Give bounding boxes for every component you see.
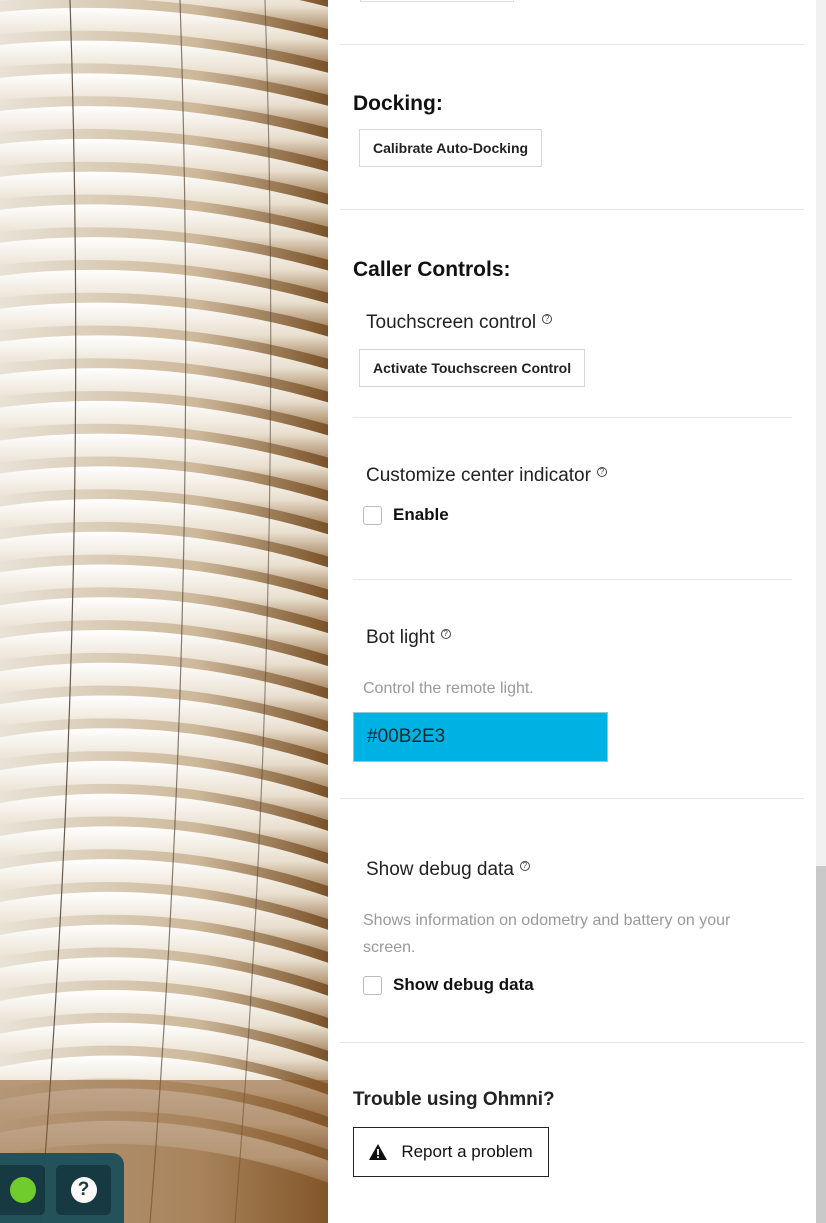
status-dot-icon bbox=[9, 1177, 36, 1203]
debug-description-line: Shows information on odometry and batter… bbox=[363, 912, 731, 929]
debug-description-line: screen. bbox=[363, 939, 416, 956]
bot-light-label-row: Bot light? bbox=[366, 627, 451, 649]
feed-controls: ? bbox=[0, 1153, 124, 1223]
debug-checkbox-row: Show debug data bbox=[363, 975, 534, 995]
blinds-image bbox=[0, 0, 328, 1223]
enable-checkbox-label[interactable]: Enable bbox=[393, 505, 449, 525]
debug-checkbox-label[interactable]: Show debug data bbox=[393, 975, 534, 995]
center-indicator-label: Customize center indicator bbox=[366, 465, 591, 486]
help-icon: ? bbox=[70, 1177, 97, 1203]
divider bbox=[353, 579, 792, 580]
scrollbar-thumb[interactable] bbox=[816, 866, 826, 1223]
debug-description: Shows information on odometry and batter… bbox=[363, 907, 730, 961]
question-icon[interactable]: ? bbox=[596, 467, 607, 477]
divider bbox=[340, 1042, 804, 1043]
docking-title: Docking: bbox=[353, 92, 443, 115]
calibrate-docking-button[interactable]: Calibrate Auto-Docking bbox=[359, 129, 543, 167]
touchscreen-control-label: Touchscreen control bbox=[366, 312, 537, 333]
center-indicator-enable-row: Enable bbox=[363, 505, 449, 525]
divider bbox=[340, 798, 804, 799]
settings-panel: Docking: Calibrate Auto-Docking Caller C… bbox=[328, 0, 816, 1223]
debug-label-row: Show debug data? bbox=[366, 859, 530, 881]
debug-checkbox[interactable] bbox=[363, 975, 382, 995]
enable-checkbox[interactable] bbox=[363, 505, 382, 525]
divider bbox=[340, 44, 804, 45]
bot-light-color-input[interactable]: #00B2E3 bbox=[353, 712, 608, 762]
bot-light-label: Bot light bbox=[366, 627, 435, 648]
debug-label: Show debug data bbox=[366, 859, 514, 880]
trouble-title: Trouble using Ohmni? bbox=[353, 1089, 555, 1110]
report-problem-button[interactable]: Report a problem bbox=[353, 1127, 549, 1177]
camera-feed: ? bbox=[0, 0, 328, 1223]
help-button[interactable]: ? bbox=[56, 1165, 111, 1215]
question-icon[interactable]: ? bbox=[519, 861, 530, 871]
previous-button-edge[interactable] bbox=[360, 0, 514, 2]
divider bbox=[353, 417, 792, 418]
touchscreen-control-label-row: Touchscreen control? bbox=[366, 312, 553, 334]
caller-controls-title: Caller Controls: bbox=[353, 258, 511, 281]
question-icon[interactable]: ? bbox=[542, 314, 553, 324]
center-indicator-label-row: Customize center indicator? bbox=[366, 465, 607, 487]
status-button[interactable] bbox=[0, 1165, 45, 1215]
question-icon[interactable]: ? bbox=[440, 629, 451, 639]
divider bbox=[340, 209, 804, 210]
warning-icon bbox=[369, 1144, 388, 1160]
activate-touchscreen-button[interactable]: Activate Touchscreen Control bbox=[359, 349, 586, 387]
bot-light-description: Control the remote light. bbox=[363, 680, 534, 697]
report-problem-label: Report a problem bbox=[401, 1142, 533, 1161]
